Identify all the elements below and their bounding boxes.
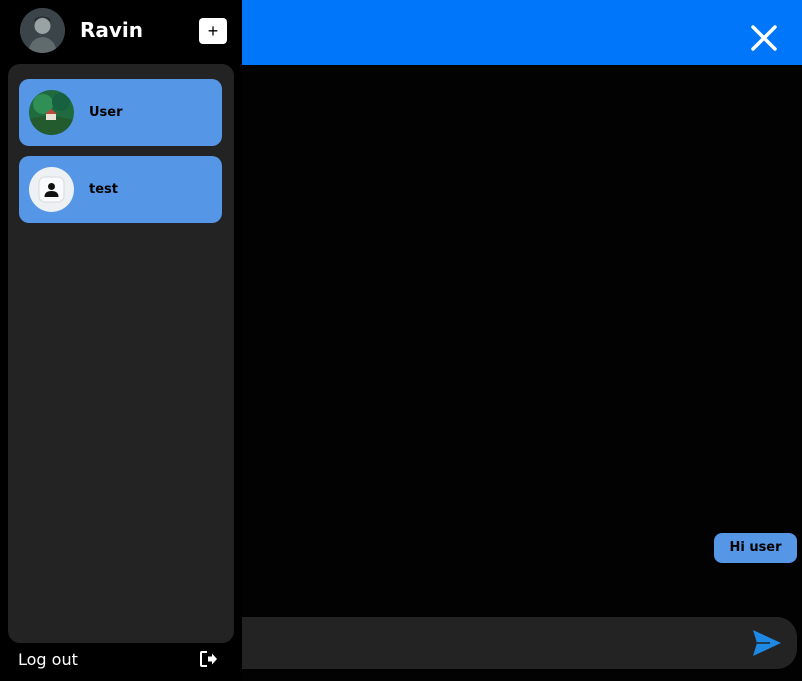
contact-item-user[interactable]: User xyxy=(19,79,222,146)
message-input[interactable] xyxy=(242,617,742,669)
contact-name: User xyxy=(89,105,123,120)
chat-header xyxy=(242,0,802,65)
sidebar: Ravin + User test Log out xyxy=(0,0,242,681)
chat-app: Ravin + User test Log out Hi user xyxy=(0,0,802,681)
logout-icon[interactable] xyxy=(200,651,218,667)
logout-label: Log out xyxy=(18,650,78,669)
message-composer xyxy=(242,617,797,669)
contact-avatar xyxy=(29,167,74,212)
contact-list: User test xyxy=(8,64,234,643)
add-chat-button[interactable]: + xyxy=(199,18,227,44)
landscape-photo-icon xyxy=(29,90,74,135)
profile-avatar[interactable] xyxy=(20,8,65,53)
contact-item-test[interactable]: test xyxy=(19,156,222,223)
message-bubble-sent: Hi user xyxy=(714,533,797,563)
contact-name: test xyxy=(89,182,118,197)
profile-name: Ravin xyxy=(80,18,144,42)
profile-header: Ravin + xyxy=(0,0,242,62)
send-icon[interactable] xyxy=(752,629,782,657)
default-person-icon xyxy=(29,167,74,212)
close-icon[interactable] xyxy=(748,22,780,54)
contact-avatar xyxy=(29,90,74,135)
logout-button[interactable]: Log out xyxy=(0,646,242,674)
user-photo-icon xyxy=(20,8,65,53)
